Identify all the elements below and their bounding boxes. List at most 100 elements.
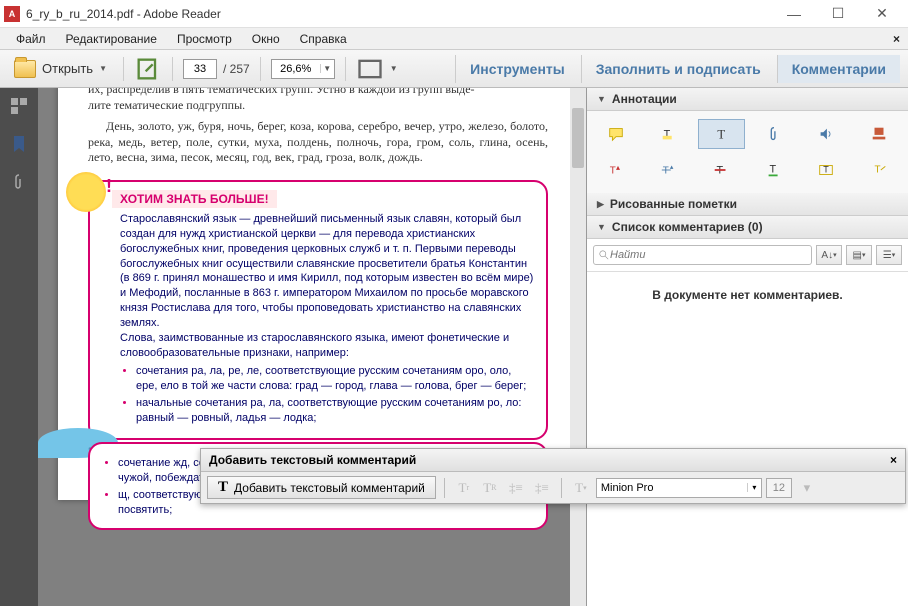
panel-drawn-marks-header[interactable]: ▶ Рисованные пометки <box>587 193 908 216</box>
callout-bullet: начальные сочетания ра, ла, соответствую… <box>136 396 534 426</box>
comment-bar-title: Добавить текстовый комментарий <box>209 453 416 467</box>
panel-comments-list-header[interactable]: ▼ Список комментариев (0) <box>587 216 908 239</box>
chevron-down-icon[interactable]: ▾ <box>747 483 761 492</box>
menu-edit[interactable]: Редактирование <box>56 30 167 48</box>
callout-p1: Старославянский язык — древнейший письме… <box>120 212 534 331</box>
doc-trunc1: их, распределив в пять тематических груп… <box>88 88 548 98</box>
callout-p2: Слова, заимствованные из старославянског… <box>120 331 534 361</box>
panel-annotations-title: Аннотации <box>612 92 677 106</box>
menu-close-icon[interactable]: × <box>893 32 900 46</box>
highlight-icon[interactable]: T <box>646 119 693 149</box>
scrollbar-thumb[interactable] <box>572 108 584 168</box>
chevron-down-icon[interactable]: ▼ <box>320 64 334 73</box>
audio-icon[interactable] <box>803 119 850 149</box>
font-name-input[interactable] <box>597 482 747 494</box>
font-larger-icon[interactable]: TR <box>479 478 501 498</box>
text-box-icon[interactable]: T <box>803 155 850 185</box>
chevron-down-icon: ▼ <box>597 222 606 232</box>
comment-bar-title-row: Добавить текстовый комментарий × <box>201 449 905 472</box>
attachment-icon[interactable] <box>9 172 29 192</box>
text-icon: T <box>218 479 228 496</box>
filter-button[interactable]: ▤▾ <box>846 245 872 265</box>
tab-comments[interactable]: Комментарии <box>777 55 900 83</box>
panel-drawn-marks-title: Рисованные пометки <box>610 197 737 211</box>
callout-box: ХОТИМ ЗНАТЬ БОЛЬШЕ! Старославянский язык… <box>88 180 548 440</box>
line-spacing-icon[interactable]: ‡≡ <box>505 478 527 498</box>
insert-text-icon[interactable]: T▴ <box>593 155 640 185</box>
tab-fill-sign[interactable]: Заполнить и подписать <box>581 55 775 83</box>
search-input-wrapper[interactable] <box>593 245 812 265</box>
menu-help[interactable]: Справка <box>290 30 357 48</box>
maximize-button[interactable]: ☐ <box>816 0 860 28</box>
strikethrough-icon[interactable]: T <box>698 155 745 185</box>
search-icon <box>598 249 610 261</box>
chevron-right-icon: ▶ <box>597 199 604 210</box>
sun-icon <box>66 172 106 212</box>
svg-text:T: T <box>824 165 830 175</box>
sticky-note-icon[interactable] <box>593 119 640 149</box>
search-input[interactable] <box>610 249 807 261</box>
font-select[interactable]: ▾ <box>596 478 762 498</box>
svg-text:T: T <box>874 165 880 176</box>
add-text-comment-button[interactable]: T Добавить текстовый комментарий <box>207 476 436 499</box>
zoom-input[interactable] <box>272 63 320 75</box>
page-number-input[interactable] <box>183 59 217 79</box>
text-comment-icon[interactable]: T <box>698 119 745 149</box>
vertical-scrollbar[interactable] <box>570 88 586 606</box>
line-spacing-dec-icon[interactable]: ‡≡ <box>531 478 553 498</box>
reading-mode-icon[interactable] <box>356 55 384 83</box>
underline-icon[interactable]: T <box>751 155 798 185</box>
chevron-down-icon: ▼ <box>597 94 606 104</box>
window-title: 6_ry_b_ru_2014.pdf - Adobe Reader <box>26 7 772 21</box>
menu-file[interactable]: Файл <box>6 30 56 48</box>
page-total-label: / 257 <box>223 62 250 76</box>
menu-window[interactable]: Окно <box>242 30 290 48</box>
menu-view[interactable]: Просмотр <box>167 30 242 48</box>
panel-comments-list-title: Список комментариев (0) <box>612 220 763 234</box>
sort-button[interactable]: A↓▾ <box>816 245 842 265</box>
svg-text:▴: ▴ <box>670 162 674 171</box>
doc-para: День, золото, уж, буря, ночь, берег, коз… <box>88 119 548 166</box>
export-pdf-icon[interactable] <box>134 55 162 83</box>
attach-file-icon[interactable] <box>751 119 798 149</box>
open-button[interactable]: Открыть ▼ <box>8 58 113 80</box>
minimize-button[interactable]: — <box>772 0 816 28</box>
comments-search-row: A↓▾ ▤▾ ☰▾ <box>587 239 908 272</box>
app-icon: A <box>4 6 20 22</box>
font-size-input[interactable]: 12 <box>766 478 792 498</box>
tab-tools[interactable]: Инструменты <box>455 55 579 83</box>
callout-bullet: сочетания ра, ла, ре, ле, соответствующи… <box>136 364 534 394</box>
doc-trunc2: лите тематические подгруппы. <box>88 98 548 114</box>
panel-annotations-header[interactable]: ▼ Аннотации <box>587 88 908 111</box>
document-area[interactable]: их, распределив в пять тематических груп… <box>38 88 586 606</box>
options-button[interactable]: ☰▾ <box>876 245 902 265</box>
callout-title: ХОТИМ ЗНАТЬ БОЛЬШЕ! <box>112 190 277 208</box>
svg-text:▴: ▴ <box>616 163 620 172</box>
zoom-select[interactable]: ▼ <box>271 59 335 79</box>
font-size-dropdown-icon[interactable]: ▾ <box>796 478 818 498</box>
left-navbar <box>0 88 38 606</box>
svg-text:T: T <box>662 166 668 177</box>
titlebar: A 6_ry_b_ru_2014.pdf - Adobe Reader — ☐ … <box>0 0 908 28</box>
folder-icon <box>14 60 36 78</box>
open-label: Открыть <box>42 61 93 76</box>
font-smaller-icon[interactable]: Tr <box>453 478 475 498</box>
svg-text:T: T <box>718 128 726 142</box>
text-callout-icon[interactable]: T <box>856 155 903 185</box>
add-text-comment-label: Добавить текстовый комментарий <box>234 481 425 495</box>
annotation-tools: T T T▴ T▴ T T T T <box>587 111 908 193</box>
svg-text:T: T <box>610 166 616 177</box>
menubar: Файл Редактирование Просмотр Окно Справк… <box>0 28 908 50</box>
right-panel: ▼ Аннотации T T T▴ T▴ T T T T ▶ Рисованн… <box>586 88 908 606</box>
no-comments-label: В документе нет комментариев. <box>587 272 908 606</box>
thumbnails-icon[interactable] <box>9 96 29 116</box>
text-color-icon[interactable]: T▾ <box>570 478 592 498</box>
stamp-icon[interactable] <box>856 119 903 149</box>
add-text-comment-bar: Добавить текстовый комментарий × T Добав… <box>200 448 906 504</box>
close-icon[interactable]: × <box>890 453 897 467</box>
svg-text:T: T <box>769 164 776 176</box>
toolbar: Открыть ▼ / 257 ▼ ▼ Инструменты Заполнит… <box>0 50 908 88</box>
bookmark-icon[interactable] <box>9 134 29 154</box>
close-button[interactable]: ✕ <box>860 0 904 28</box>
replace-text-icon[interactable]: T▴ <box>646 155 693 185</box>
